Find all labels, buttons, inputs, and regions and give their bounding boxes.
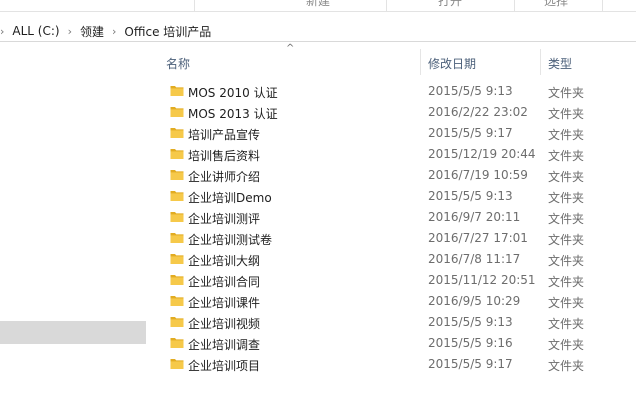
folder-icon: [170, 86, 184, 96]
file-type: 文件夹: [548, 191, 585, 205]
folder-icon: [170, 149, 184, 159]
file-type: 文件夹: [548, 128, 585, 142]
folder-icon: [170, 128, 184, 138]
ribbon-separator: [514, 0, 515, 11]
file-date-modified: 2016/9/7 20:11: [428, 210, 521, 224]
file-type: 文件夹: [548, 338, 585, 352]
file-name[interactable]: MOS 2010 认证: [188, 84, 278, 101]
file-date-modified: 2016/7/8 11:17: [428, 252, 521, 266]
file-row[interactable]: 企业培训测评 2016/9/7 20:11 文件夹: [150, 207, 636, 228]
nav-selected-item[interactable]: [0, 321, 146, 344]
folder-icon: [170, 338, 184, 348]
folder-icon: [170, 107, 184, 117]
file-date-modified: 2015/5/5 9:13: [428, 315, 513, 329]
file-type: 文件夹: [548, 170, 585, 184]
column-headers: ^ 名称 修改日期 类型: [150, 43, 636, 79]
file-date-modified: 2016/9/5 10:29: [428, 294, 521, 308]
chevron-right-icon[interactable]: ›: [68, 25, 72, 38]
file-name[interactable]: MOS 2013 认证: [188, 105, 278, 122]
column-divider[interactable]: [420, 49, 421, 75]
file-date-modified: 2015/5/5 9:17: [428, 126, 513, 140]
file-name[interactable]: 企业讲师介绍: [188, 168, 260, 185]
ribbon-separator: [194, 0, 195, 11]
column-header-date[interactable]: 修改日期: [428, 55, 476, 72]
file-row[interactable]: 培训产品宣传 2015/5/5 9:17 文件夹: [150, 123, 636, 144]
ribbon-separator: [386, 0, 387, 11]
file-name[interactable]: 企业培训大纲: [188, 252, 260, 269]
file-date-modified: 2016/7/19 10:59: [428, 168, 528, 182]
ribbon-separator: [602, 0, 603, 11]
file-name[interactable]: 企业培训Demo: [188, 189, 272, 206]
folder-icon: [170, 317, 184, 327]
file-row[interactable]: 企业培训Demo 2015/5/5 9:13 文件夹: [150, 186, 636, 207]
file-date-modified: 2015/12/19 20:44: [428, 147, 536, 161]
file-name[interactable]: 企业培训调查: [188, 336, 260, 353]
file-row[interactable]: 企业培训课件 2016/9/5 10:29 文件夹: [150, 291, 636, 312]
file-rows: MOS 2010 认证 2015/5/5 9:13 文件夹 MOS 2013 认证 20…: [150, 81, 636, 375]
folder-icon: [170, 170, 184, 180]
breadcrumb-item-current[interactable]: Office 培训产品: [124, 23, 211, 40]
folder-icon: [170, 212, 184, 222]
file-row[interactable]: 企业培训调查 2015/5/5 9:16 文件夹: [150, 333, 636, 354]
folder-icon: [170, 254, 184, 264]
file-type: 文件夹: [548, 233, 585, 247]
file-row[interactable]: 企业培训视频 2015/5/5 9:13 文件夹: [150, 312, 636, 333]
file-date-modified: 2015/5/5 9:13: [428, 189, 513, 203]
address-bar[interactable]: › ALL (C:) › 领建 › Office 培训产品: [0, 20, 636, 42]
file-name[interactable]: 企业培训测评: [188, 210, 260, 227]
chevron-right-icon[interactable]: ›: [0, 25, 4, 38]
file-type: 文件夹: [548, 317, 585, 331]
file-date-modified: 2015/5/5 9:17: [428, 357, 513, 371]
ribbon-group-open: 打开: [438, 0, 463, 8]
folder-icon: [170, 359, 184, 369]
file-name[interactable]: 企业培训课件: [188, 294, 260, 311]
file-name[interactable]: 企业培训测试卷: [188, 231, 272, 248]
file-type: 文件夹: [548, 296, 585, 310]
file-date-modified: 2015/5/5 9:13: [428, 84, 513, 98]
file-row[interactable]: 企业培训合同 2015/11/12 20:51 文件夹: [150, 270, 636, 291]
file-type: 文件夹: [548, 275, 585, 289]
ribbon-group-select: 选择: [544, 0, 569, 8]
breadcrumb: › ALL (C:) › 领建 › Office 培训产品: [0, 20, 211, 42]
file-type: 文件夹: [548, 212, 585, 226]
file-row[interactable]: 企业培训大纲 2016/7/8 11:17 文件夹: [150, 249, 636, 270]
column-header-type[interactable]: 类型: [548, 55, 572, 72]
file-row[interactable]: 企业讲师介绍 2016/7/19 10:59 文件夹: [150, 165, 636, 186]
file-type: 文件夹: [548, 254, 585, 268]
file-type: 文件夹: [548, 149, 585, 163]
folder-icon: [170, 296, 184, 306]
file-row[interactable]: 培训售后资料 2015/12/19 20:44 文件夹: [150, 144, 636, 165]
file-date-modified: 2015/11/12 20:51: [428, 273, 536, 287]
file-date-modified: 2016/7/27 17:01: [428, 231, 528, 245]
file-row[interactable]: 企业培训项目 2015/5/5 9:17 文件夹: [150, 354, 636, 375]
folder-icon: [170, 275, 184, 285]
column-header-name[interactable]: 名称: [166, 55, 190, 72]
file-type: 文件夹: [548, 107, 585, 121]
navigation-pane[interactable]: [0, 43, 146, 395]
file-row[interactable]: 企业培训测试卷 2016/7/27 17:01 文件夹: [150, 228, 636, 249]
folder-icon: [170, 233, 184, 243]
file-type: 文件夹: [548, 86, 585, 100]
file-name[interactable]: 企业培训合同: [188, 273, 260, 290]
file-date-modified: 2016/2/22 23:02: [428, 105, 528, 119]
file-name[interactable]: 培训售后资料: [188, 147, 260, 164]
column-divider[interactable]: [540, 49, 541, 75]
chevron-right-icon[interactable]: ›: [112, 25, 116, 38]
ribbon-group-labels: 新建 打开 选择: [0, 0, 636, 12]
file-row[interactable]: MOS 2010 认证 2015/5/5 9:13 文件夹: [150, 81, 636, 102]
file-row[interactable]: MOS 2013 认证 2016/2/22 23:02 文件夹: [150, 102, 636, 123]
file-name[interactable]: 培训产品宣传: [188, 126, 260, 143]
breadcrumb-item-folder[interactable]: 领建: [80, 23, 104, 40]
file-date-modified: 2015/5/5 9:16: [428, 336, 513, 350]
ribbon-group-new: 新建: [306, 0, 331, 8]
file-name[interactable]: 企业培训项目: [188, 357, 260, 374]
breadcrumb-item-drive[interactable]: ALL (C:): [12, 24, 59, 38]
file-name[interactable]: 企业培训视频: [188, 315, 260, 332]
folder-icon: [170, 191, 184, 201]
sort-ascending-icon: ^: [286, 43, 295, 54]
file-type: 文件夹: [548, 359, 585, 373]
file-list[interactable]: ^ 名称 修改日期 类型 MOS 2010 认证 2015/5/5 9:13 文件夹…: [150, 43, 636, 395]
